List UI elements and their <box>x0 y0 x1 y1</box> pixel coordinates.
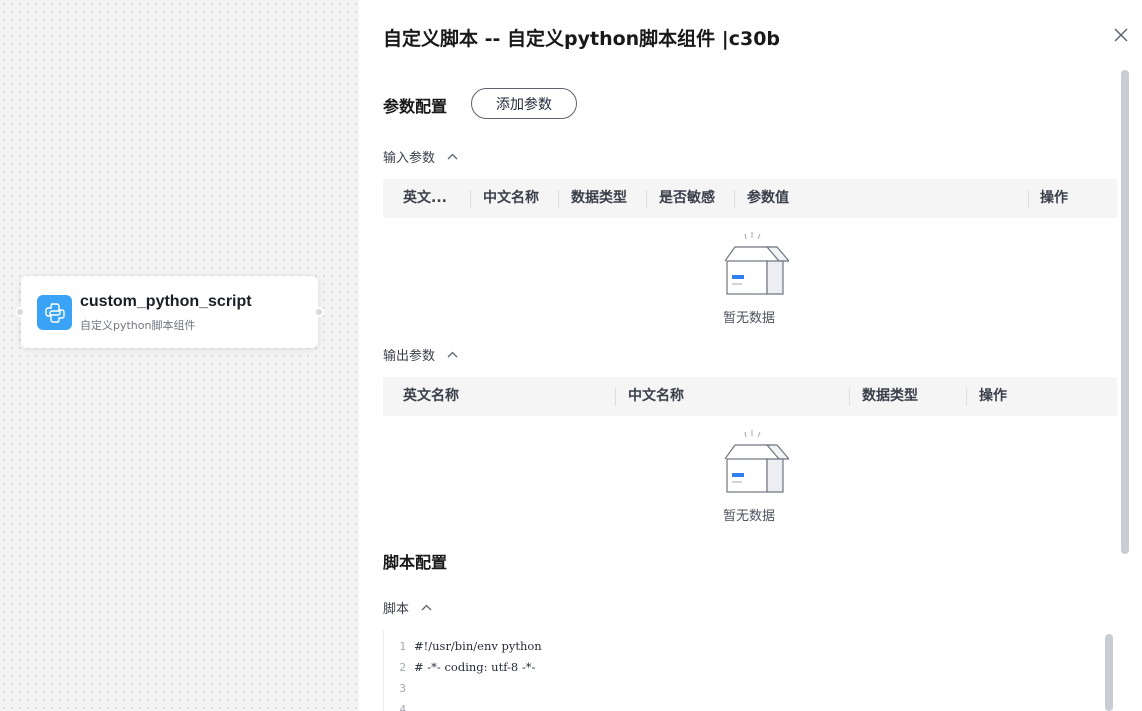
input-params-label: 输入参数 <box>383 151 436 166</box>
col-data-type: 数据类型 <box>862 388 918 404</box>
drawer-title: 自定义脚本 -- 自定义python脚本组件 |c30b <box>383 28 781 50</box>
input-params-toggle[interactable]: 输入参数 <box>383 147 458 166</box>
code-line: 3 <box>384 678 414 699</box>
output-params-label: 输出参数 <box>383 349 436 364</box>
python-icon <box>37 295 72 330</box>
line-number: 3 <box>399 682 406 695</box>
script-section-title: 脚本配置 <box>383 553 448 572</box>
code-line: 1 #!/usr/bin/env python <box>384 636 542 657</box>
code-text: #!/usr/bin/env python <box>414 639 542 653</box>
close-button[interactable] <box>1110 24 1132 46</box>
output-params-empty: 暂无数据 <box>689 429 809 524</box>
chevron-up-icon <box>447 153 458 160</box>
empty-text: 暂无数据 <box>722 509 775 524</box>
input-params-table-header: 英文... 中文名称 数据类型 是否敏感 参数值 操作 <box>383 179 1117 218</box>
line-number: 4 <box>399 703 406 711</box>
col-action: 操作 <box>979 388 1007 404</box>
col-english-name: 英文... <box>403 190 447 206</box>
empty-text: 暂无数据 <box>722 311 775 326</box>
line-number: 2 <box>399 661 406 674</box>
empty-box-icon <box>724 430 791 493</box>
col-english-name: 英文名称 <box>403 388 459 404</box>
output-params-table-header: 英文名称 中文名称 数据类型 操作 <box>383 377 1117 416</box>
code-line: 2 # -*- coding: utf-8 -*- <box>384 657 535 678</box>
code-line: 4 <box>384 699 414 711</box>
config-drawer: 自定义脚本 -- 自定义python脚本组件 |c30b 参数配置 添加参数 输… <box>359 0 1142 711</box>
output-params-toggle[interactable]: 输出参数 <box>383 345 458 364</box>
col-data-type: 数据类型 <box>571 190 627 206</box>
col-sensitive: 是否敏感 <box>659 190 715 206</box>
code-editor[interactable]: 1 #!/usr/bin/env python 2 # -*- coding: … <box>383 630 1105 711</box>
editor-scrollbar[interactable] <box>1105 634 1113 711</box>
col-chinese-name: 中文名称 <box>628 388 684 404</box>
drawer-scrollbar[interactable] <box>1121 70 1129 554</box>
add-param-button[interactable]: 添加参数 <box>471 88 577 119</box>
empty-box-icon <box>724 232 791 295</box>
input-params-empty: 暂无数据 <box>689 231 809 326</box>
col-action: 操作 <box>1040 190 1068 206</box>
input-port[interactable] <box>15 307 25 317</box>
close-icon <box>1114 28 1128 42</box>
output-port[interactable] <box>314 307 324 317</box>
col-chinese-name: 中文名称 <box>483 190 539 206</box>
node-subtitle: 自定义python脚本组件 <box>80 319 196 332</box>
chevron-up-icon <box>421 604 432 611</box>
chevron-up-icon <box>447 351 458 358</box>
flow-canvas[interactable]: custom_python_script 自定义python脚本组件 <box>0 0 359 711</box>
script-toggle[interactable]: 脚本 <box>383 598 432 617</box>
script-label: 脚本 <box>383 602 410 617</box>
script-node[interactable]: custom_python_script 自定义python脚本组件 <box>15 276 324 348</box>
params-section-title: 参数配置 <box>383 97 448 116</box>
node-title: custom_python_script <box>80 293 252 310</box>
line-number: 1 <box>399 640 406 653</box>
col-param-value: 参数值 <box>747 190 789 206</box>
code-text: # -*- coding: utf-8 -*- <box>414 660 536 674</box>
